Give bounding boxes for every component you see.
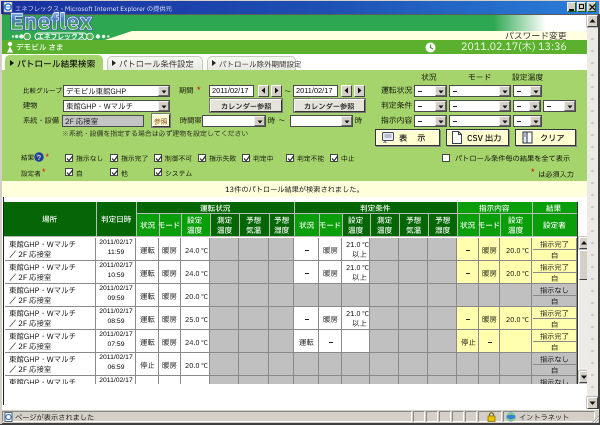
svg-text:?: ? bbox=[37, 153, 42, 162]
